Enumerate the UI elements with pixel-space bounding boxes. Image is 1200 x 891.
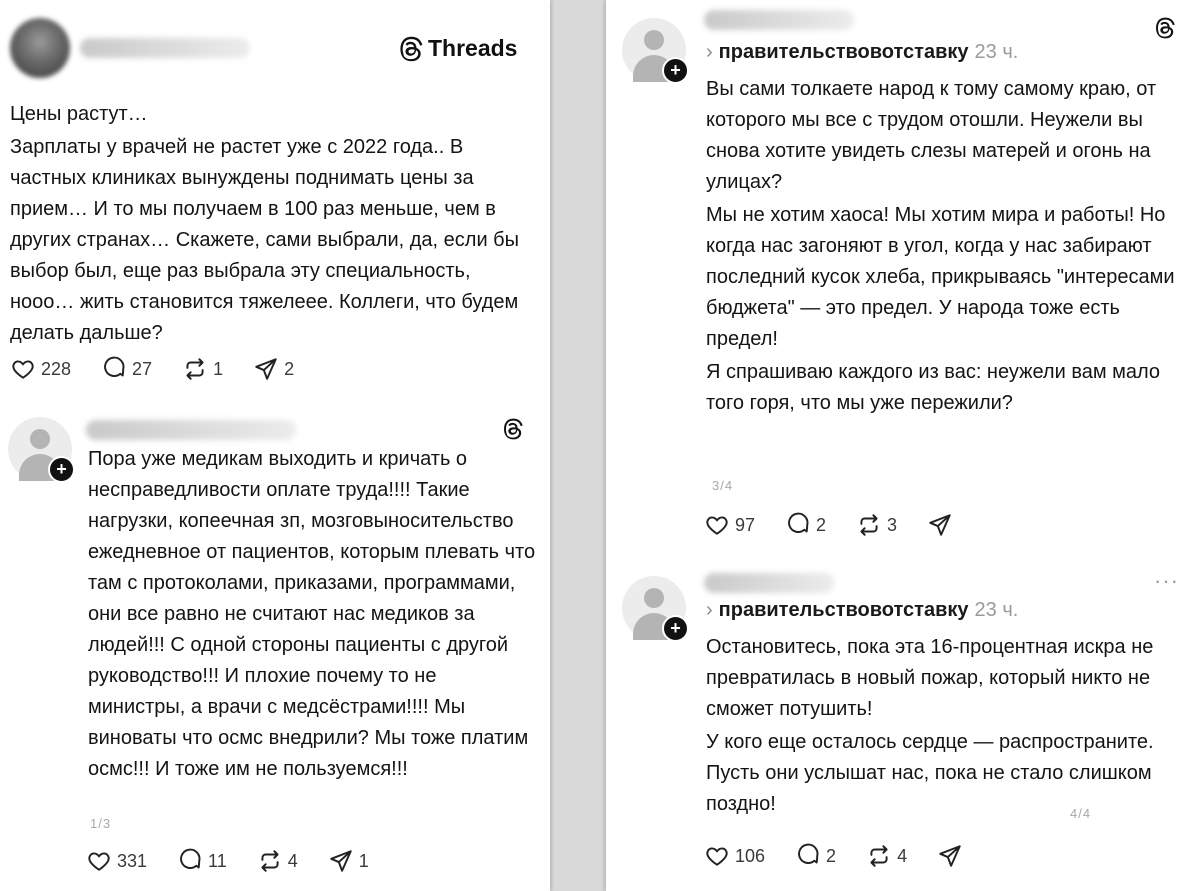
share-count: 1 xyxy=(358,850,369,871)
heart-icon xyxy=(88,852,110,871)
like-count: 228 xyxy=(41,358,72,379)
post-avatar[interactable]: + xyxy=(622,576,689,642)
reply-author-name-blurred xyxy=(86,420,296,440)
comment-icon xyxy=(798,843,819,864)
repost-button[interactable]: 4 xyxy=(866,843,907,869)
right-screenshot-panel: + › правительствовотставку 23 ч. Вы сами т… xyxy=(606,0,1200,891)
comment-icon xyxy=(180,848,201,869)
heart-icon xyxy=(706,516,728,535)
post-1-text: Вы сами толкаете народ к тому самому кра… xyxy=(706,74,1192,419)
plus-icon[interactable]: + xyxy=(662,57,689,84)
repost-count: 3 xyxy=(887,514,898,535)
threads-icon xyxy=(400,36,423,61)
repost-button[interactable]: 1 xyxy=(182,356,223,382)
reply-to-username: правительствовотставку xyxy=(718,41,969,63)
repost-icon xyxy=(186,358,204,380)
heart-icon xyxy=(12,360,34,379)
comment-icon xyxy=(788,512,809,533)
repost-icon xyxy=(860,514,878,536)
share-icon xyxy=(939,845,961,867)
comment-button[interactable]: 2 xyxy=(785,512,826,538)
repost-count: 4 xyxy=(287,850,298,871)
avatar-icon xyxy=(644,30,664,50)
share-count: 2 xyxy=(284,358,295,379)
left-post-text: Цены растут… Зарплаты у врачей не растет… xyxy=(10,99,538,349)
post-1-paragraph-1: Вы сами толкаете народ к тому самому кра… xyxy=(706,78,1157,193)
plus-icon[interactable]: + xyxy=(48,456,75,483)
like-count: 106 xyxy=(735,845,766,866)
chevron-right-icon: › xyxy=(706,599,713,621)
author-avatar[interactable] xyxy=(10,18,70,78)
left-screenshot-panel: Threads Цены растут… Зарплаты у врачей н… xyxy=(0,0,550,891)
post-avatar[interactable]: + xyxy=(622,18,689,84)
like-count: 97 xyxy=(735,514,756,535)
share-icon xyxy=(929,514,951,536)
reply-paragraph: Пора уже медикам выходить и кричать о не… xyxy=(88,448,536,780)
reply-to-line[interactable]: › правительствовотставку 23 ч. xyxy=(706,599,1018,622)
left-post-paragraph-1: Цены растут… xyxy=(10,103,148,125)
comment-count: 27 xyxy=(132,358,153,379)
threads-label: Threads xyxy=(428,35,518,61)
post-2-paragraph-2: У кого еще осталось сердце — распростран… xyxy=(706,731,1154,815)
post-time: 23 ч. xyxy=(974,599,1019,621)
post-1-paragraph-2: Мы не хотим хаоса! Мы хотим мира и работ… xyxy=(706,204,1175,350)
reply-avatar[interactable]: + xyxy=(8,417,75,483)
avatar-icon xyxy=(30,429,50,449)
share-button[interactable]: 2 xyxy=(253,356,294,382)
post-1-paragraph-3: Я спрашиваю каждого из вас: неужели вам … xyxy=(706,361,1161,414)
reply-to-line[interactable]: › правительствовотставку 23 ч. xyxy=(706,41,1018,64)
avatar-icon xyxy=(644,588,664,608)
share-icon xyxy=(255,358,277,380)
repost-count: 1 xyxy=(213,358,224,379)
comment-count: 2 xyxy=(826,845,837,866)
threads-icon[interactable] xyxy=(1154,17,1176,39)
repost-icon xyxy=(870,845,888,867)
reply-text: Пора уже медикам выходить и кричать о не… xyxy=(88,444,538,785)
author-name-blurred xyxy=(704,573,834,593)
comment-button[interactable]: 2 xyxy=(795,843,836,869)
reply-actions: 331 11 4 1 xyxy=(86,848,399,874)
like-count: 331 xyxy=(117,850,148,871)
more-icon[interactable]: ··· xyxy=(1154,568,1179,594)
repost-count: 4 xyxy=(897,845,908,866)
left-post-actions: 228 27 1 2 xyxy=(10,356,324,382)
like-button[interactable]: 106 xyxy=(704,843,765,869)
threads-brand[interactable]: Threads xyxy=(398,35,517,62)
post-2-paragraph-1: Остановитесь, пока эта 16-процентная иск… xyxy=(706,636,1154,720)
post-2-actions: 106 2 4 xyxy=(704,843,998,869)
like-button[interactable]: 331 xyxy=(86,848,147,874)
comment-button[interactable]: 11 xyxy=(177,848,227,874)
post-2-pager: 4/4 xyxy=(1070,806,1092,821)
reply-to-username: правительствовотставку xyxy=(718,599,969,621)
comment-icon xyxy=(104,356,125,377)
share-button[interactable] xyxy=(927,512,958,538)
repost-button[interactable]: 3 xyxy=(856,512,897,538)
heart-icon xyxy=(706,847,728,866)
left-post-paragraph-2: Зарплаты у врачей не растет уже с 2022 г… xyxy=(10,136,520,344)
reply-pager: 1/3 xyxy=(90,816,112,831)
comment-count: 11 xyxy=(208,850,227,871)
share-button[interactable] xyxy=(937,843,968,869)
comment-button[interactable]: 27 xyxy=(101,356,152,382)
post-2-text: Остановитесь, пока эта 16-процентная иск… xyxy=(706,632,1192,820)
like-button[interactable]: 97 xyxy=(704,512,755,538)
post-1-actions: 97 2 3 xyxy=(704,512,988,538)
author-name-blurred xyxy=(704,10,854,30)
repost-icon xyxy=(261,850,279,872)
plus-icon[interactable]: + xyxy=(662,615,689,642)
share-button[interactable]: 1 xyxy=(328,848,369,874)
post-1-pager: 3/4 xyxy=(712,478,734,493)
comment-count: 2 xyxy=(816,514,827,535)
like-button[interactable]: 228 xyxy=(10,356,71,382)
repost-button[interactable]: 4 xyxy=(257,848,298,874)
chevron-right-icon: › xyxy=(706,41,713,63)
share-icon xyxy=(330,850,352,872)
threads-icon[interactable] xyxy=(502,418,524,440)
post-time: 23 ч. xyxy=(974,41,1019,63)
author-name-blurred xyxy=(80,38,250,58)
